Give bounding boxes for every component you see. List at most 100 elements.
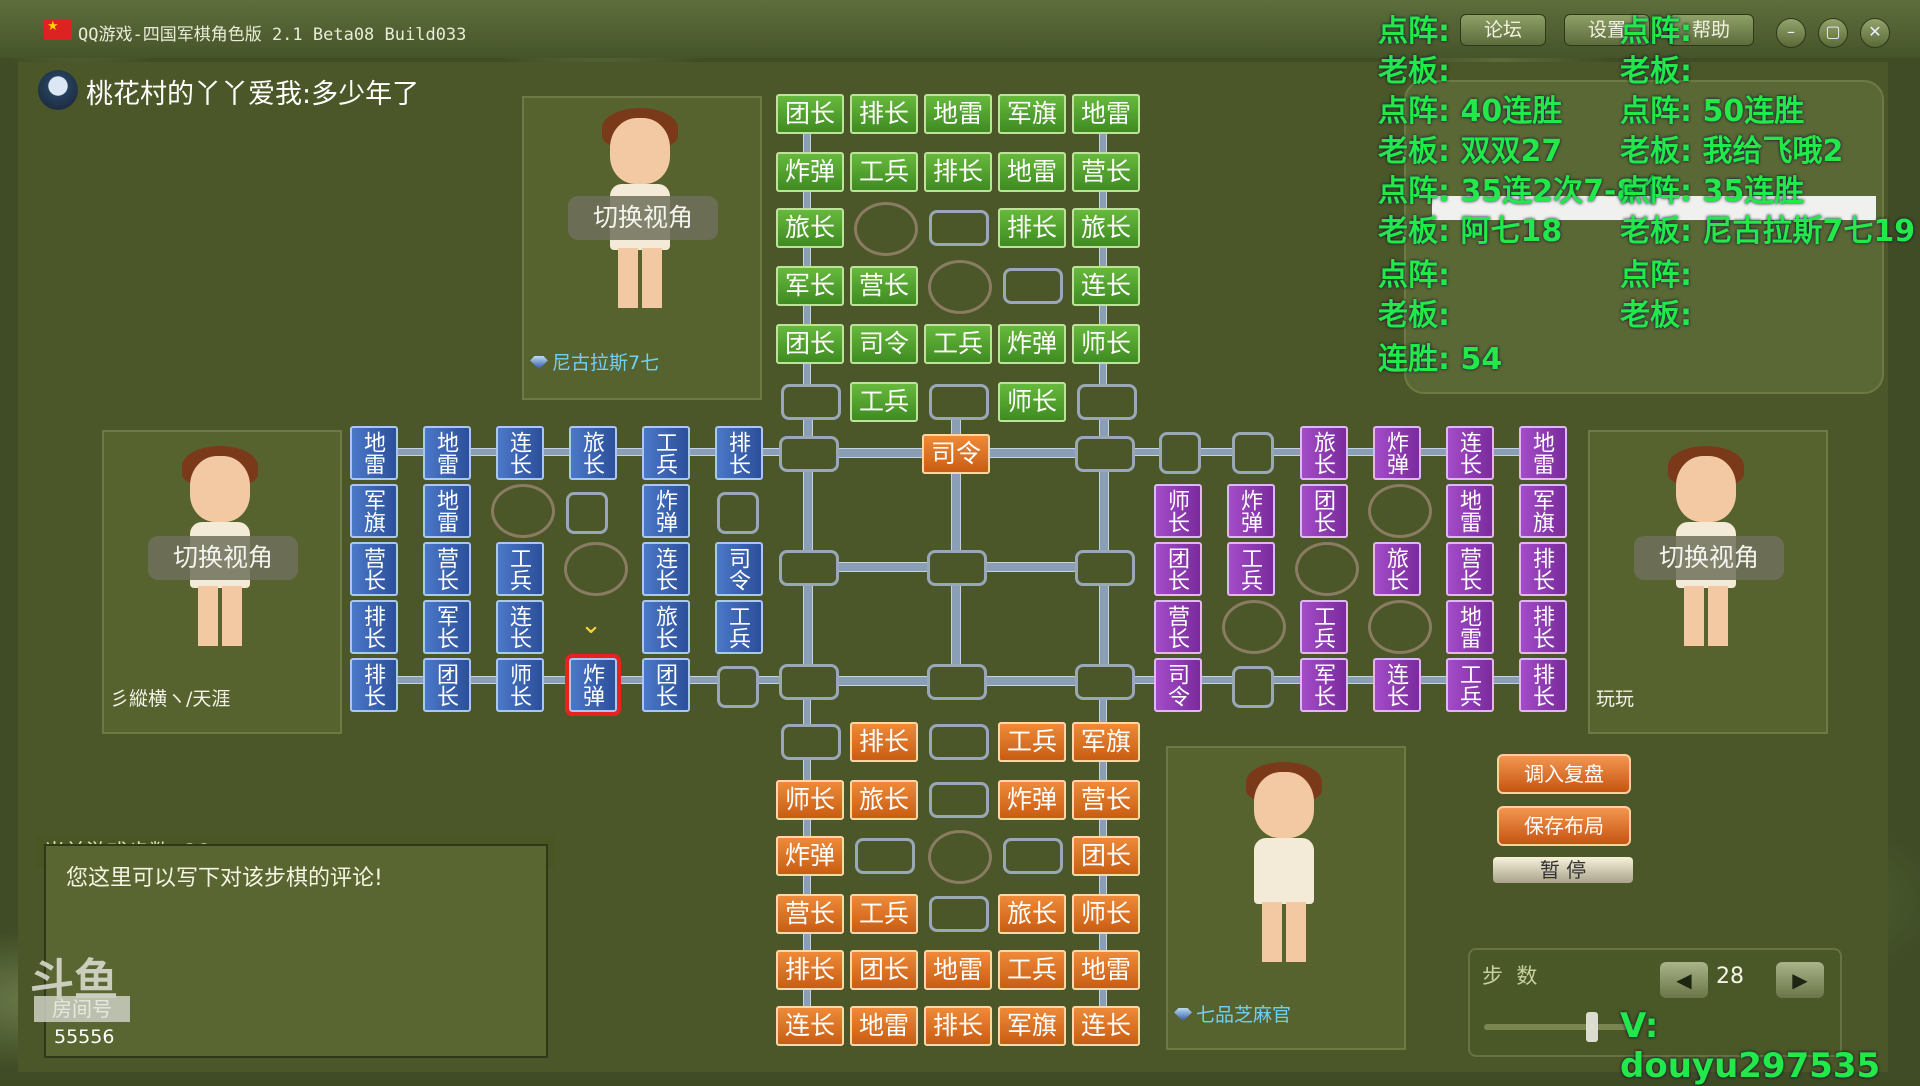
- board-piece[interactable]: 军旗: [998, 1006, 1066, 1046]
- board-slot[interactable]: [1075, 664, 1135, 700]
- board-piece[interactable]: 炸弹: [998, 324, 1066, 364]
- board-piece[interactable]: 司令: [850, 324, 918, 364]
- board-piece[interactable]: 地雷: [850, 1006, 918, 1046]
- board-slot[interactable]: [929, 724, 989, 760]
- board-piece[interactable]: 旅长: [569, 426, 617, 480]
- board-piece[interactable]: 排长: [1519, 542, 1567, 596]
- board-slot[interactable]: [1232, 432, 1274, 474]
- board-piece[interactable]: 军旗: [1519, 484, 1567, 538]
- board-piece[interactable]: 工兵: [715, 600, 763, 654]
- board-piece[interactable]: 军旗: [998, 94, 1066, 134]
- board-piece[interactable]: 炸弹: [1373, 426, 1421, 480]
- board-piece[interactable]: 团长: [850, 950, 918, 990]
- camp[interactable]: [491, 484, 555, 538]
- board-piece[interactable]: 地雷: [924, 94, 992, 134]
- board-piece[interactable]: 旅长: [1072, 208, 1140, 248]
- left-switch-view-button[interactable]: 切换视角: [148, 536, 298, 580]
- board-piece[interactable]: 师长: [776, 780, 844, 820]
- minimize-icon[interactable]: –: [1776, 18, 1806, 48]
- camp[interactable]: [854, 202, 918, 256]
- board-slot[interactable]: [929, 210, 989, 246]
- board-piece[interactable]: 营长: [776, 894, 844, 934]
- board-piece[interactable]: 排长: [850, 722, 918, 762]
- board-piece[interactable]: 旅长: [1373, 542, 1421, 596]
- board-piece[interactable]: 工兵: [1300, 600, 1348, 654]
- board-piece[interactable]: 炸弹: [1227, 484, 1275, 538]
- board-piece[interactable]: 工兵: [850, 894, 918, 934]
- board-piece[interactable]: 营长: [423, 542, 471, 596]
- board-slot[interactable]: [1232, 666, 1274, 708]
- camp[interactable]: [564, 542, 628, 596]
- board-piece[interactable]: 师长: [1072, 894, 1140, 934]
- board-slot[interactable]: [1075, 550, 1135, 586]
- board-piece[interactable]: 排长: [715, 426, 763, 480]
- board-piece[interactable]: 排长: [924, 1006, 992, 1046]
- board-piece[interactable]: 旅长: [850, 780, 918, 820]
- board-piece[interactable]: 军旗: [1072, 722, 1140, 762]
- board-slot[interactable]: [779, 550, 839, 586]
- board-slot[interactable]: [1077, 384, 1137, 420]
- step-slider-track[interactable]: [1484, 1024, 1634, 1030]
- board-piece[interactable]: 团长: [776, 324, 844, 364]
- board-piece[interactable]: 排长: [350, 600, 398, 654]
- board-piece[interactable]: 地雷: [1072, 94, 1140, 134]
- camp[interactable]: [1222, 600, 1286, 654]
- board-piece[interactable]: 地雷: [1446, 600, 1494, 654]
- board-piece[interactable]: 连长: [496, 600, 544, 654]
- board-slot[interactable]: [717, 666, 759, 708]
- camp[interactable]: [1368, 600, 1432, 654]
- top-switch-view-button[interactable]: 切换视角: [568, 196, 718, 240]
- board-piece[interactable]: 炸弹: [642, 484, 690, 538]
- board-piece[interactable]: 地雷: [998, 152, 1066, 192]
- board-piece[interactable]: 军长: [776, 266, 844, 306]
- close-icon[interactable]: ✕: [1860, 18, 1890, 48]
- board-piece[interactable]: 军长: [423, 600, 471, 654]
- board-piece[interactable]: 地雷: [423, 426, 471, 480]
- board-piece[interactable]: 工兵: [850, 382, 918, 422]
- board-piece[interactable]: 团长: [1072, 836, 1140, 876]
- board-piece[interactable]: 团长: [423, 658, 471, 712]
- step-slider-handle[interactable]: [1586, 1012, 1598, 1042]
- board-piece[interactable]: 炸弹: [776, 152, 844, 192]
- board-piece[interactable]: 连长: [776, 1006, 844, 1046]
- prev-step-button[interactable]: ◀: [1660, 962, 1708, 998]
- board-piece[interactable]: 团长: [1300, 484, 1348, 538]
- board-slot[interactable]: [929, 896, 989, 932]
- board-piece[interactable]: 营长: [1072, 780, 1140, 820]
- camp[interactable]: [1295, 542, 1359, 596]
- chevron-down-icon[interactable]: ⌄: [572, 606, 610, 644]
- pause-button[interactable]: 暂 停: [1493, 857, 1633, 883]
- board-slot[interactable]: [781, 724, 841, 760]
- board-piece[interactable]: 营长: [1446, 542, 1494, 596]
- board-piece[interactable]: 工兵: [496, 542, 544, 596]
- board-piece[interactable]: 地雷: [423, 484, 471, 538]
- board-slot[interactable]: [566, 492, 608, 534]
- board-piece[interactable]: 司令: [715, 542, 763, 596]
- board-piece[interactable]: 排长: [850, 94, 918, 134]
- board-piece[interactable]: 工兵: [1446, 658, 1494, 712]
- board-piece[interactable]: 团长: [1154, 542, 1202, 596]
- board-slot[interactable]: [927, 550, 987, 586]
- board-piece[interactable]: 连长: [642, 542, 690, 596]
- camp[interactable]: [1368, 484, 1432, 538]
- board-slot[interactable]: [855, 838, 915, 874]
- forum-button[interactable]: 论坛: [1460, 14, 1546, 46]
- board-piece[interactable]: 排长: [1519, 658, 1567, 712]
- board-piece[interactable]: 师长: [1072, 324, 1140, 364]
- board-piece[interactable]: 工兵: [924, 324, 992, 364]
- board-piece[interactable]: 地雷: [350, 426, 398, 480]
- board-piece[interactable]: 连长: [1072, 266, 1140, 306]
- board-piece[interactable]: 排长: [924, 152, 992, 192]
- board-slot[interactable]: [1003, 838, 1063, 874]
- comment-box[interactable]: 您这里可以写下对该步棋的评论!: [44, 844, 548, 1058]
- board-piece[interactable]: 炸弹: [998, 780, 1066, 820]
- board-slot[interactable]: [1075, 436, 1135, 472]
- board-piece[interactable]: 排长: [776, 950, 844, 990]
- board-slot[interactable]: [1159, 432, 1201, 474]
- board-piece[interactable]: 工兵: [998, 722, 1066, 762]
- board-slot[interactable]: [1003, 268, 1063, 304]
- camp[interactable]: [928, 260, 992, 314]
- board-piece[interactable]: 地雷: [1519, 426, 1567, 480]
- maximize-icon[interactable]: ▢: [1818, 18, 1848, 48]
- board-slot[interactable]: [781, 384, 841, 420]
